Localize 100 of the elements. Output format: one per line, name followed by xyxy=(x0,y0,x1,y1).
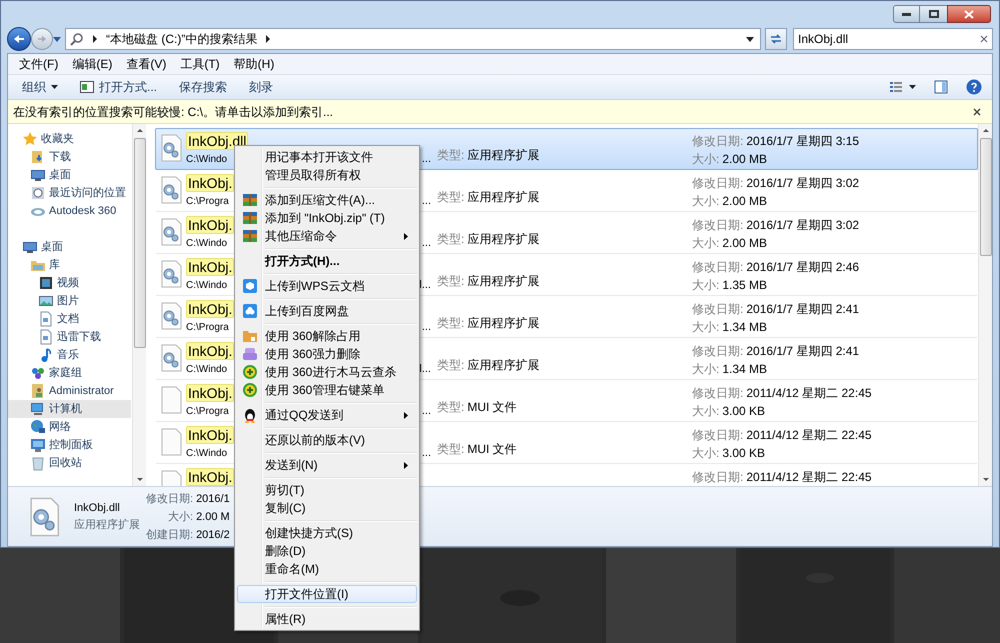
modified-date: 2016/1/7 星期四 2:41 xyxy=(746,301,860,318)
search-field[interactable]: InkObj.dll xyxy=(793,28,993,50)
close-button[interactable] xyxy=(947,5,991,23)
sidebar-item[interactable]: 计算机 xyxy=(8,400,131,418)
sidebar-item[interactable]: 最近访问的位置 xyxy=(8,184,131,202)
toolbar-button[interactable]: 保存搜索 xyxy=(171,75,236,99)
details-file-name: InkObj.dll xyxy=(74,501,121,516)
context-menu-item[interactable]: 打开文件位置(I) xyxy=(237,585,417,603)
file-size: 1.34 MB xyxy=(722,361,768,378)
context-menu-item[interactable]: 删除(D) xyxy=(237,542,417,560)
shredder-icon xyxy=(242,346,258,362)
file-path: C:\Windo xyxy=(186,362,228,376)
context-menu-item[interactable]: 使用 360强力删除 xyxy=(237,345,417,363)
menu-item[interactable]: 帮助(H) xyxy=(226,54,282,74)
menu-item[interactable]: 工具(T) xyxy=(173,54,227,74)
window-icon xyxy=(80,81,94,93)
chevron-right-icon xyxy=(92,35,98,43)
sidebar-item[interactable]: 回收站 xyxy=(8,454,131,472)
context-menu-item[interactable]: 属性(R) xyxy=(237,610,417,628)
submenu-arrow-icon xyxy=(404,462,408,468)
sidebar-item[interactable]: 迅雷下载 xyxy=(8,328,131,346)
date-label: 修改日期: xyxy=(692,427,744,444)
caret-icon xyxy=(51,85,58,89)
help-icon xyxy=(966,79,982,95)
toolbar-button[interactable]: 刻录 xyxy=(241,75,282,99)
menu-item[interactable]: 查看(V) xyxy=(119,54,174,74)
context-menu-item[interactable]: 通过QQ发送到 xyxy=(237,406,417,424)
info-bar[interactable]: 在没有索引的位置搜索可能较慢: C:\。请单击以添加到索引... xyxy=(8,100,992,124)
sidebar-item[interactable]: Administrator xyxy=(8,382,131,400)
modified-date: 2016/1/7 星期四 3:02 xyxy=(746,217,860,234)
sidebar-item[interactable]: 控制面板 xyxy=(8,436,131,454)
context-menu-item[interactable]: 重命名(M) xyxy=(237,560,417,578)
toolbar-button[interactable]: 打开方式... xyxy=(72,75,166,99)
sidebar-item[interactable]: 文档 xyxy=(8,310,131,328)
details-value: 2.00 M xyxy=(196,510,230,524)
context-menu-item[interactable]: 剪切(T) xyxy=(237,481,417,499)
image-icon xyxy=(38,293,54,309)
scrollbar[interactable] xyxy=(132,124,146,486)
size-label: 大小: xyxy=(692,403,720,420)
context-menu-item[interactable]: 上传到WPS云文档 xyxy=(237,277,417,295)
context-menu-item[interactable]: 上传到百度网盘 xyxy=(237,302,417,320)
scrollbar[interactable] xyxy=(978,124,992,486)
context-menu-item[interactable]: 创建快捷方式(S) xyxy=(237,524,417,542)
chevron-right-icon xyxy=(265,35,272,43)
sidebar-item[interactable]: 音乐 xyxy=(8,346,131,364)
context-menu-item[interactable]: 打开方式(H)... xyxy=(237,252,417,270)
view-list-icon xyxy=(889,80,903,94)
sidebar-item[interactable]: 网络 xyxy=(8,418,131,436)
film-icon xyxy=(38,275,54,291)
size-label: 大小: xyxy=(692,277,720,294)
sidebar-item[interactable]: Autodesk 360 xyxy=(8,202,131,220)
type-label: 类型: xyxy=(437,273,464,290)
size-label: 大小: xyxy=(692,361,720,378)
modified-date: 2016/1/7 星期四 3:15 xyxy=(746,133,860,150)
details-label: 创建日期: xyxy=(146,528,194,542)
toolbar-button[interactable]: 组织 xyxy=(14,75,66,99)
sidebar-item[interactable]: 视频 xyxy=(8,274,131,292)
maximize-button[interactable] xyxy=(920,5,947,23)
menu-item[interactable]: 编辑(E) xyxy=(65,54,120,74)
file-type: MUI 文件 xyxy=(467,399,517,416)
sidebar-item[interactable]: 图片 xyxy=(8,292,131,310)
file-size: 2.00 MB xyxy=(722,235,768,252)
file-name: InkObj. xyxy=(186,174,234,192)
sidebar-item[interactable]: 收藏夹 xyxy=(8,130,131,148)
document-icon xyxy=(38,329,54,345)
sidebar-item[interactable]: 桌面 xyxy=(8,166,131,184)
folder-icon xyxy=(242,328,258,344)
context-menu-item[interactable]: 使用 360进行木马云查杀 xyxy=(237,363,417,381)
file-type: 应用程序扩展 xyxy=(467,357,540,374)
context-menu-item[interactable]: 使用 360管理右键菜单 xyxy=(237,381,417,399)
monitor-icon xyxy=(30,167,46,183)
context-menu-item[interactable]: 添加到 "InkObj.zip" (T) xyxy=(237,209,417,227)
back-button[interactable] xyxy=(7,27,31,51)
address-bar[interactable]: “本地磁盘 (C:)”中的搜索结果 xyxy=(65,28,761,50)
plus-icon xyxy=(242,382,258,398)
context-menu-item[interactable]: 其他压缩命令 xyxy=(237,227,417,245)
size-label: 大小: xyxy=(692,319,720,336)
close-icon[interactable] xyxy=(973,108,981,116)
minimize-button[interactable] xyxy=(893,5,920,23)
file-type: 应用程序扩展 xyxy=(467,273,540,290)
sidebar-item[interactable]: 下载 xyxy=(8,148,131,166)
modified-date: 2011/4/12 星期二 22:45 xyxy=(746,427,872,444)
context-menu-item[interactable]: 添加到压缩文件(A)... xyxy=(237,191,417,209)
file-size: 3.00 KB xyxy=(722,403,766,420)
context-menu-item[interactable]: 复制(C) xyxy=(237,499,417,517)
sidebar-item[interactable]: 库 xyxy=(8,256,131,274)
file-type: 应用程序扩展 xyxy=(467,189,540,206)
clear-icon[interactable] xyxy=(980,35,988,43)
sidebar-item[interactable]: 家庭组 xyxy=(8,364,131,382)
context-menu-item[interactable]: 还原以前的版本(V) xyxy=(237,431,417,449)
sidebar-item[interactable]: 桌面 xyxy=(8,238,131,256)
date-label: 修改日期: xyxy=(692,133,744,150)
file-name: InkObj. xyxy=(186,384,234,402)
file-size: 3.00 KB xyxy=(722,445,766,462)
menu-item[interactable]: 文件(F) xyxy=(12,54,66,74)
context-menu-item[interactable]: 用记事本打开该文件 xyxy=(237,148,417,166)
restore-icon xyxy=(928,10,938,18)
cloud-icon xyxy=(242,303,258,319)
date-label: 修改日期: xyxy=(692,343,744,360)
refresh-button[interactable] xyxy=(765,28,787,50)
